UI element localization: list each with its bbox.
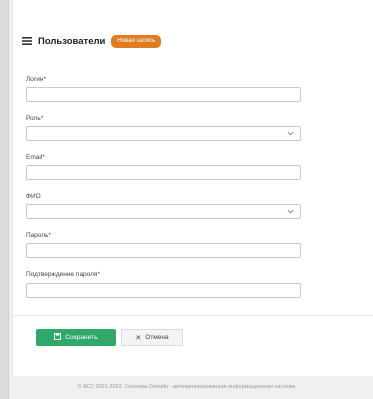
- role-select[interactable]: [26, 126, 301, 141]
- form-card: [12, 0, 373, 376]
- login-label: Логин*: [26, 76, 47, 83]
- password-confirm-input[interactable]: [26, 283, 301, 298]
- email-label: Email*: [26, 154, 45, 161]
- full-name-label: ФИО: [26, 193, 41, 200]
- menu-icon[interactable]: [22, 36, 32, 46]
- cancel-button-label: Отмена: [145, 334, 169, 341]
- chevron-down-icon: [287, 131, 294, 136]
- save-button[interactable]: Сохранить: [36, 329, 116, 346]
- role-label: Роль*: [26, 115, 44, 122]
- save-button-label: Сохранить: [65, 334, 98, 341]
- window-left-border: [0, 0, 9, 399]
- status-badge: Новая запись: [111, 34, 162, 48]
- divider: [12, 315, 373, 316]
- save-icon: [54, 333, 62, 342]
- footer-text: © АСУ 2021-2022. Система Онлайн - автома…: [77, 384, 296, 390]
- chevron-down-icon: [287, 209, 294, 214]
- password-label: Пароль*: [26, 232, 52, 239]
- close-icon: ✕: [135, 334, 142, 342]
- password-confirm-label: Подтверждение пароля*: [26, 271, 100, 278]
- email-field[interactable]: [26, 165, 301, 180]
- page-header: Пользователи Новая запись: [22, 32, 162, 50]
- page-title: Пользователи: [38, 35, 106, 47]
- password-input[interactable]: [26, 243, 301, 258]
- login-input[interactable]: [26, 87, 301, 102]
- full-name-select[interactable]: [26, 204, 301, 219]
- cancel-button[interactable]: ✕ Отмена: [121, 329, 183, 346]
